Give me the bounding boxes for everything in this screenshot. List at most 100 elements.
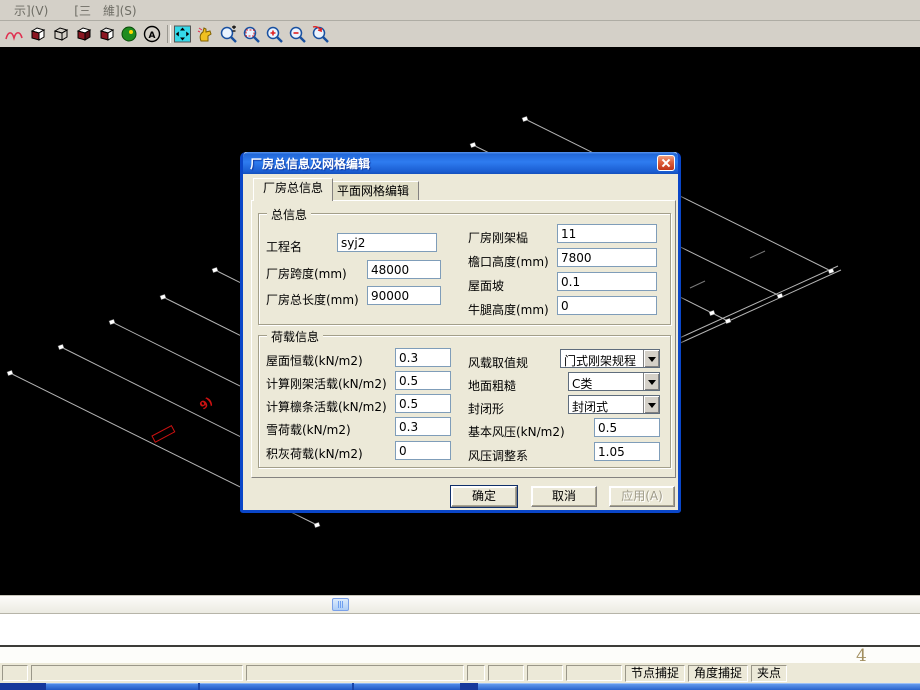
north-arrow-icon[interactable]: A xyxy=(141,23,164,45)
pan-extents-icon[interactable] xyxy=(171,23,194,45)
node-marker[interactable] xyxy=(109,319,115,324)
orbit-hand-icon[interactable] xyxy=(194,23,217,45)
dead-load-field[interactable] xyxy=(395,348,451,367)
corbel-field[interactable] xyxy=(557,296,657,315)
slide-page-number: 4 xyxy=(856,646,867,666)
node-snap-toggle[interactable]: 节点捕捉 xyxy=(625,665,685,682)
node-marker[interactable] xyxy=(7,370,13,375)
eave-label: 檐口高度(mm) xyxy=(468,253,549,270)
status-panel xyxy=(527,665,563,681)
status-bar: 节点捕捉 角度捕捉 夹点 xyxy=(0,663,920,683)
dialog-plant-info: 厂房总信息及网格编辑 厂房总信息 平面网格编辑 总信息 工程名 厂房跨度(mm)… xyxy=(240,152,681,513)
node-marker[interactable] xyxy=(58,344,64,349)
cancel-button[interactable]: 取消 xyxy=(531,486,597,507)
wind-pressure-field[interactable] xyxy=(594,418,660,437)
ok-button[interactable]: 确定 xyxy=(451,486,517,507)
render-sphere-icon[interactable] xyxy=(118,23,141,45)
group-general-info: 总信息 工程名 厂房跨度(mm) 厂房总长度(mm) 厂房刚架榀 檐口高度(mm… xyxy=(258,213,671,325)
node-marker[interactable] xyxy=(314,522,320,527)
group-general-title: 总信息 xyxy=(267,206,311,223)
node-marker[interactable] xyxy=(777,293,783,298)
taskbar-segment[interactable] xyxy=(478,683,920,690)
status-panel xyxy=(31,665,243,681)
status-panel xyxy=(246,665,464,681)
snow-load-label: 雪荷载(kN/m2) xyxy=(266,421,351,438)
enclosure-select[interactable]: 封闭式 xyxy=(568,395,660,414)
axis-label: 9) xyxy=(197,395,215,413)
slope-label: 屋面坡 xyxy=(468,277,504,294)
node-marker[interactable] xyxy=(212,267,218,272)
tab-grid-edit[interactable]: 平面网格编辑 xyxy=(327,181,419,200)
menu-item[interactable]: [三 維](S) xyxy=(74,2,136,19)
wind-code-select[interactable]: 门式刚架规程 xyxy=(560,349,660,368)
scrollbar-thumb[interactable] xyxy=(332,598,349,611)
dialog-titlebar[interactable]: 厂房总信息及网格编辑 xyxy=(243,152,678,174)
node-marker[interactable] xyxy=(470,142,476,147)
wind-code-label: 风载取值规 xyxy=(468,354,528,371)
corbel-label: 牛腿高度(mm) xyxy=(468,301,549,318)
zoom-dynamic-icon[interactable] xyxy=(217,23,240,45)
cube-shaded-icon[interactable] xyxy=(26,23,49,45)
node-marker[interactable] xyxy=(725,318,731,323)
zoom-out-icon[interactable] xyxy=(286,23,309,45)
svg-text:A: A xyxy=(148,31,155,41)
enclosure-value: 封闭式 xyxy=(569,396,643,413)
span-label: 厂房跨度(mm) xyxy=(266,265,347,282)
toolbar: A xyxy=(0,20,920,47)
enclosure-label: 封闭形 xyxy=(468,400,504,417)
wind-code-value: 门式刚架规程 xyxy=(561,350,643,367)
apply-button: 应用(A) xyxy=(609,486,675,507)
taskbar-segment[interactable] xyxy=(0,683,46,690)
zoom-previous-icon[interactable] xyxy=(309,23,332,45)
project-name-field[interactable] xyxy=(337,233,437,252)
cube-half-icon[interactable] xyxy=(95,23,118,45)
project-name-label: 工程名 xyxy=(266,238,302,255)
zoom-in-icon[interactable] xyxy=(263,23,286,45)
frame-live-label: 计算刚架活载(kN/m2) xyxy=(266,375,387,392)
toolbar-separator xyxy=(164,24,171,44)
roughness-value: C类 xyxy=(569,373,643,390)
purlin-live-field[interactable] xyxy=(395,394,451,413)
tab-general-info[interactable]: 厂房总信息 xyxy=(253,178,333,201)
taskbar-segment[interactable] xyxy=(460,683,478,690)
chevron-down-icon[interactable] xyxy=(643,350,659,367)
wind-factor-field[interactable] xyxy=(594,442,660,461)
curve-red-icon[interactable] xyxy=(3,23,26,45)
frame-line xyxy=(750,251,765,258)
frame-line xyxy=(667,270,841,349)
cube-solid-icon[interactable] xyxy=(72,23,95,45)
length-field[interactable] xyxy=(367,286,441,305)
taskbar-divider xyxy=(198,683,200,690)
status-panel xyxy=(2,665,28,681)
slope-field[interactable] xyxy=(557,272,657,291)
span-field[interactable] xyxy=(367,260,441,279)
taskbar[interactable] xyxy=(0,683,920,690)
ash-load-field[interactable] xyxy=(395,441,451,460)
node-marker[interactable] xyxy=(709,310,715,315)
roughness-select[interactable]: C类 xyxy=(568,372,660,391)
command-line-area[interactable] xyxy=(0,613,920,645)
frame-line xyxy=(690,281,705,288)
ash-load-label: 积灰荷载(kN/m2) xyxy=(266,445,363,462)
taskbar-divider xyxy=(352,683,354,690)
node-marker[interactable] xyxy=(828,268,834,273)
zoom-window-icon[interactable] xyxy=(240,23,263,45)
command-input-row[interactable] xyxy=(0,647,920,663)
group-load-info: 荷载信息 屋面恒载(kN/m2) 计算刚架活载(kN/m2) 计算檩条活载(kN… xyxy=(258,335,671,468)
chevron-down-icon[interactable] xyxy=(643,396,659,413)
horizontal-scrollbar[interactable] xyxy=(0,595,920,613)
close-icon[interactable] xyxy=(657,155,675,171)
grip-snap-toggle[interactable]: 夹点 xyxy=(751,665,787,682)
purlin-live-label: 计算檩条活载(kN/m2) xyxy=(266,398,387,415)
menu-item[interactable]: 示](V) xyxy=(14,2,48,19)
snow-load-field[interactable] xyxy=(395,417,451,436)
frames-field[interactable] xyxy=(557,224,657,243)
frame-live-field[interactable] xyxy=(395,371,451,390)
eave-field[interactable] xyxy=(557,248,657,267)
node-marker[interactable] xyxy=(522,116,528,121)
cube-wire-icon[interactable] xyxy=(49,23,72,45)
angle-snap-toggle[interactable]: 角度捕捉 xyxy=(688,665,748,682)
dead-load-label: 屋面恒载(kN/m2) xyxy=(266,352,363,369)
chevron-down-icon[interactable] xyxy=(643,373,659,390)
node-marker[interactable] xyxy=(160,294,166,299)
